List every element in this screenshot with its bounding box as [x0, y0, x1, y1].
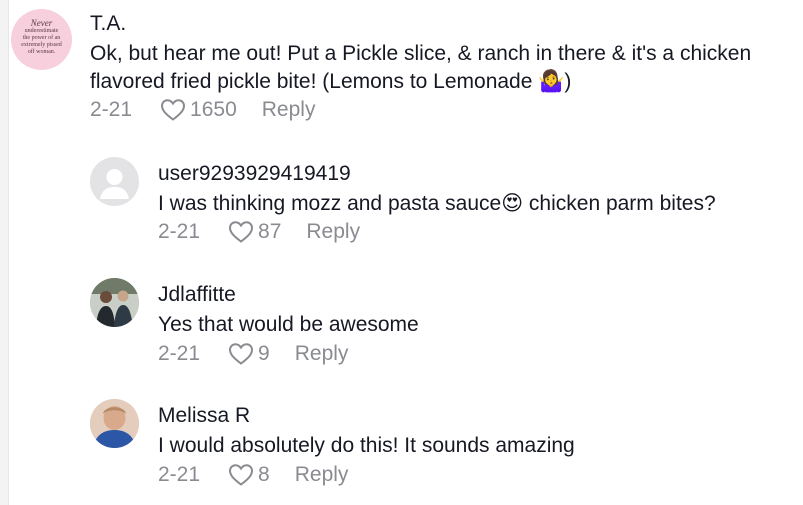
comment-text: Yes that would be awesome	[158, 313, 419, 336]
like-button[interactable]: 8	[228, 463, 270, 487]
comment-username[interactable]: T.A.	[90, 12, 126, 36]
comment-ta: Never underestimate the power of an extr…	[0, 0, 803, 130]
comment-reply-jdlaffitte: Jdlaffitte Yes that would be awesome 2-2…	[0, 272, 803, 382]
like-count: 8	[258, 463, 270, 486]
avatar[interactable]	[90, 157, 139, 206]
comment-username[interactable]: user9293929419419	[158, 162, 351, 186]
like-button[interactable]: 87	[228, 220, 281, 244]
avatar[interactable]	[90, 278, 139, 327]
comment-meta: 2-21 1650 Reply	[90, 98, 315, 122]
comment-meta: 2-21 8 Reply	[158, 463, 348, 487]
comment-meta: 2-21 9 Reply	[158, 342, 348, 366]
like-button[interactable]: 9	[228, 342, 270, 366]
comment-date: 2-21	[90, 98, 133, 121]
heart-icon	[229, 343, 254, 365]
like-count: 9	[258, 342, 270, 365]
like-count: 87	[258, 220, 282, 243]
comment-reply-user9293929419419: user9293929419419 I was thinking mozz an…	[0, 150, 803, 260]
comment-text: Ok, but hear me out! Put a Pickle slice,…	[90, 42, 752, 93]
avatar[interactable]: Never underestimate the power of an extr…	[11, 9, 72, 70]
heart-icon	[229, 464, 254, 486]
reply-button[interactable]: Reply	[295, 463, 349, 487]
default-avatar-icon	[100, 169, 129, 199]
like-count: 1650	[190, 98, 237, 121]
avatar-quote: Never underestimate the power of an extr…	[21, 18, 62, 55]
photo-avatar-icon	[90, 399, 139, 448]
comment-reply-melissa-r: Melissa R I would absolutely do this! It…	[0, 393, 803, 503]
photo-avatar-icon	[90, 278, 139, 327]
comment-date: 2-21	[158, 463, 201, 486]
like-button[interactable]: 1650	[160, 98, 237, 122]
reply-button[interactable]: Reply	[295, 342, 349, 366]
comment-text: I was thinking mozz and pasta sauce😍 chi…	[158, 192, 716, 215]
heart-icon	[229, 221, 254, 243]
comment-meta: 2-21 87 Reply	[158, 220, 360, 244]
comment-date: 2-21	[158, 220, 201, 243]
avatar[interactable]	[90, 399, 139, 448]
comment-text: I would absolutely do this! It sounds am…	[158, 434, 575, 457]
reply-button[interactable]: Reply	[306, 220, 360, 244]
comment-date: 2-21	[158, 342, 201, 365]
comment-username[interactable]: Melissa R	[158, 404, 250, 428]
comment-username[interactable]: Jdlaffitte	[158, 283, 236, 307]
heart-icon	[161, 99, 186, 121]
reply-button[interactable]: Reply	[262, 98, 316, 122]
